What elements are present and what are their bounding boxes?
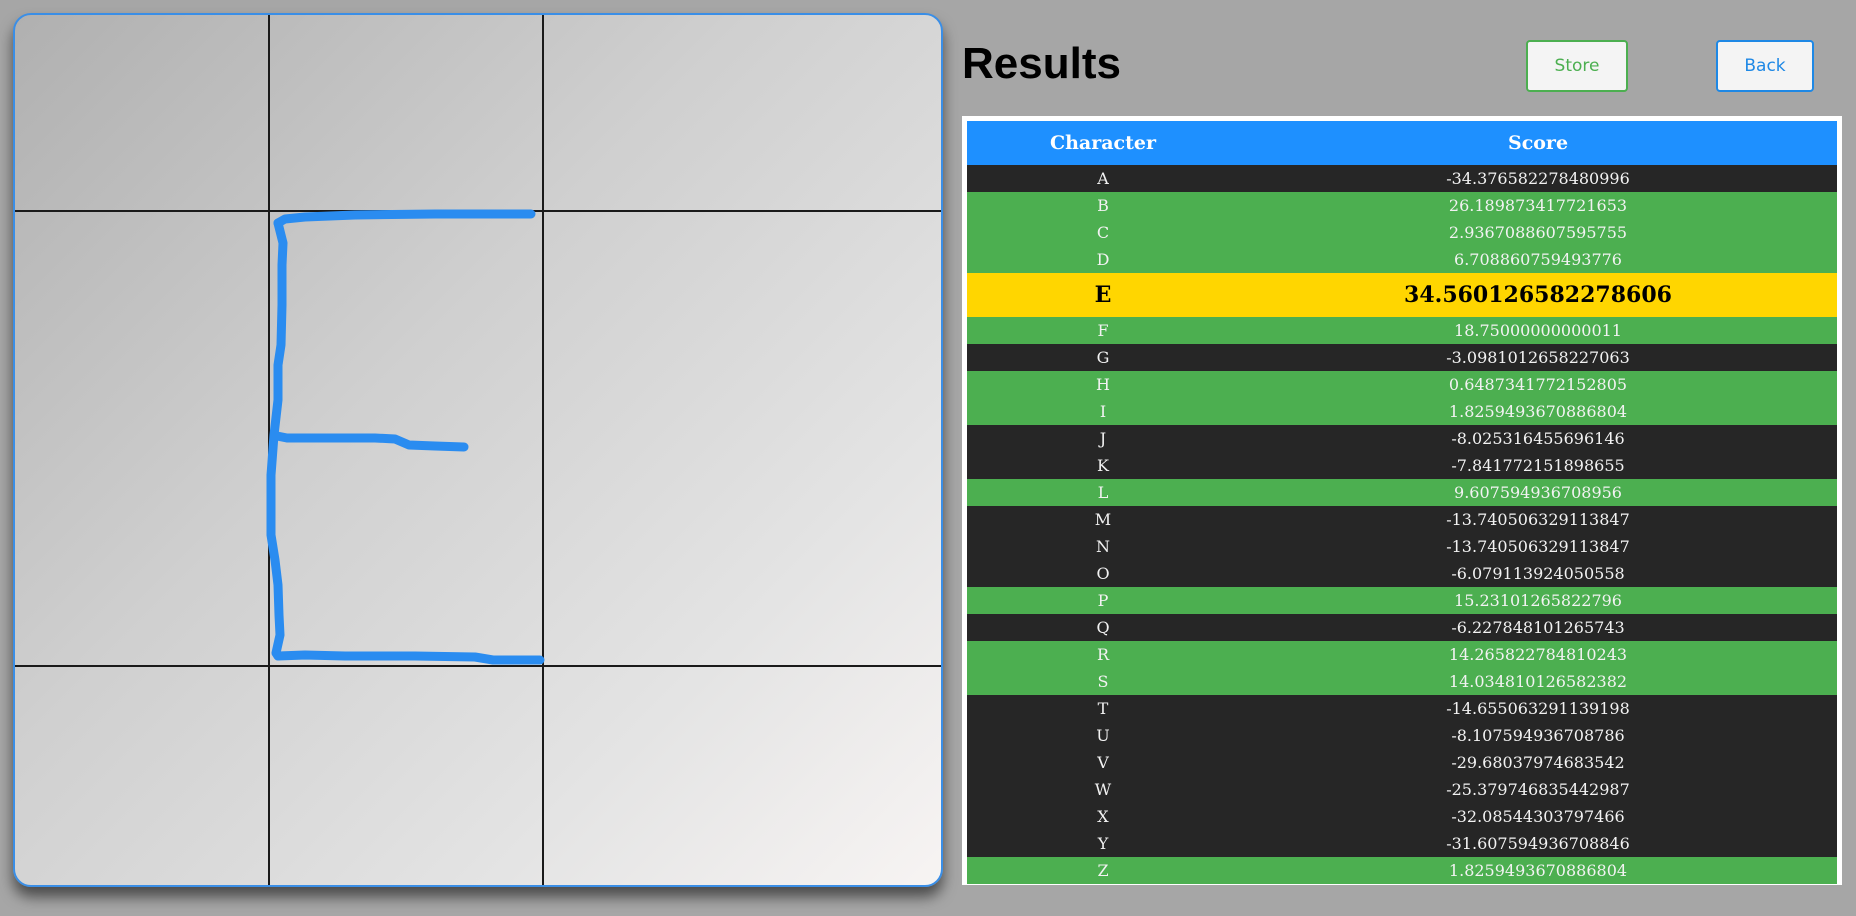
table-row: Q -6.227848101265743 [967, 614, 1837, 641]
cell-score: -6.227848101265743 [1239, 614, 1837, 641]
stroke-middle [272, 431, 469, 452]
stroke-top [273, 209, 536, 228]
cell-score: 15.23101265822796 [1239, 587, 1837, 614]
cell-character: S [967, 668, 1239, 695]
table-row: W -25.379746835442987 [967, 776, 1837, 803]
cell-score: 14.265822784810243 [1239, 641, 1837, 668]
cell-score: -32.08544303797466 [1239, 803, 1837, 830]
cell-score: -14.655063291139198 [1239, 695, 1837, 722]
cell-score: 6.708860759493776 [1239, 246, 1837, 273]
cell-score: -8.025316455696146 [1239, 425, 1837, 452]
header-score: Score [1239, 121, 1837, 165]
stroke-bottom [273, 650, 545, 665]
table-row: V -29.68037974683542 [967, 749, 1837, 776]
results-table: Character Score A -34.376582278480996 B 26.… [967, 121, 1837, 884]
table-row: B 26.189873417721653 [967, 192, 1837, 219]
table-row: A -34.376582278480996 [967, 165, 1837, 192]
table-row: G -3.0981012658227063 [967, 344, 1837, 371]
table-row: I 1.8259493670886804 [967, 398, 1837, 425]
cell-character: H [967, 371, 1239, 398]
cell-character: N [967, 533, 1239, 560]
cell-character: R [967, 641, 1239, 668]
cell-character: Z [967, 857, 1239, 884]
cell-character: D [967, 246, 1239, 273]
table-row: H 0.6487341772152805 [967, 371, 1837, 398]
drawing-surface[interactable] [15, 15, 941, 885]
cell-character: L [967, 479, 1239, 506]
cell-score: -3.0981012658227063 [1239, 344, 1837, 371]
table-row: J -8.025316455696146 [967, 425, 1837, 452]
cell-character: C [967, 219, 1239, 246]
table-row: X -32.08544303797466 [967, 803, 1837, 830]
cell-score: 18.75000000000011 [1239, 317, 1837, 344]
table-row: U -8.107594936708786 [967, 722, 1837, 749]
cell-score: 14.034810126582382 [1239, 668, 1837, 695]
table-row: L 9.607594936708956 [967, 479, 1837, 506]
cell-score: -6.079113924050558 [1239, 560, 1837, 587]
cell-character: B [967, 192, 1239, 219]
results-table-body: A -34.376582278480996 B 26.189873417721653 C… [967, 165, 1837, 884]
table-row: O -6.079113924050558 [967, 560, 1837, 587]
cell-character: F [967, 317, 1239, 344]
table-header-row: Character Score [967, 121, 1837, 165]
drawing-canvas[interactable] [13, 13, 943, 887]
store-button[interactable]: Store [1526, 40, 1628, 92]
cell-score: -8.107594936708786 [1239, 722, 1837, 749]
cell-character: A [967, 165, 1239, 192]
cell-score: 26.189873417721653 [1239, 192, 1837, 219]
cell-score: 1.8259493670886804 [1239, 398, 1837, 425]
cell-character: U [967, 722, 1239, 749]
table-row: C 2.9367088607595755 [967, 219, 1837, 246]
cell-score: -34.376582278480996 [1239, 165, 1837, 192]
cell-character: K [967, 452, 1239, 479]
table-row: Y -31.607594936708846 [967, 830, 1837, 857]
header-character: Character [967, 121, 1239, 165]
cell-score: -31.607594936708846 [1239, 830, 1837, 857]
table-row: S 14.034810126582382 [967, 668, 1837, 695]
cell-score: -13.740506329113847 [1239, 533, 1837, 560]
cell-character: O [967, 560, 1239, 587]
cell-character: T [967, 695, 1239, 722]
cell-score: -13.740506329113847 [1239, 506, 1837, 533]
cell-score: 0.6487341772152805 [1239, 371, 1837, 398]
grid-lines [15, 15, 941, 885]
cell-character: M [967, 506, 1239, 533]
cell-character: W [967, 776, 1239, 803]
table-row: K -7.841772151898655 [967, 452, 1837, 479]
cell-character: E [967, 273, 1239, 317]
table-row-best: E 34.560126582278606 [967, 273, 1837, 317]
cell-score: -29.68037974683542 [1239, 749, 1837, 776]
results-table-container: Character Score A -34.376582278480996 B 26.… [962, 116, 1842, 885]
cell-character: J [967, 425, 1239, 452]
cell-score: 2.9367088607595755 [1239, 219, 1837, 246]
cell-score: -7.841772151898655 [1239, 452, 1837, 479]
table-row: P 15.23101265822796 [967, 587, 1837, 614]
cell-character: Y [967, 830, 1239, 857]
back-button[interactable]: Back [1716, 40, 1814, 92]
table-row: T -14.655063291139198 [967, 695, 1837, 722]
cell-character: V [967, 749, 1239, 776]
table-row: N -13.740506329113847 [967, 533, 1837, 560]
page-title: Results [962, 39, 1121, 88]
cell-score: 34.560126582278606 [1239, 273, 1837, 317]
table-row: Z 1.8259493670886804 [967, 857, 1837, 884]
cell-score: 9.607594936708956 [1239, 479, 1837, 506]
cell-character: I [967, 398, 1239, 425]
table-row: M -13.740506329113847 [967, 506, 1837, 533]
table-row: F 18.75000000000011 [967, 317, 1837, 344]
cell-character: Q [967, 614, 1239, 641]
handwritten-letter-strokes [266, 209, 545, 665]
cell-score: 1.8259493670886804 [1239, 857, 1837, 884]
table-row: D 6.708860759493776 [967, 246, 1837, 273]
cell-score: -25.379746835442987 [1239, 776, 1837, 803]
table-row: R 14.265822784810243 [967, 641, 1837, 668]
cell-character: P [967, 587, 1239, 614]
cell-character: X [967, 803, 1239, 830]
cell-character: G [967, 344, 1239, 371]
